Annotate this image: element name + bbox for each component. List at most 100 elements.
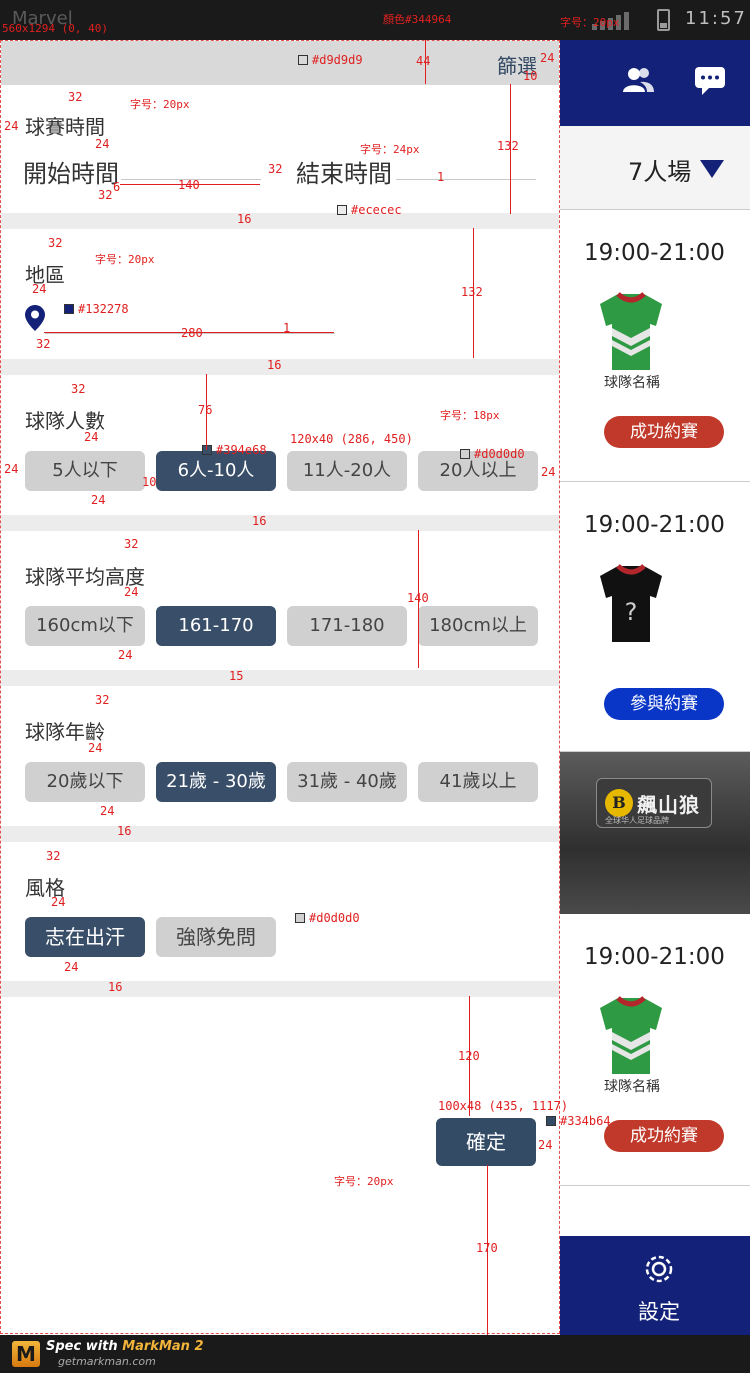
measure-16-b: 16	[267, 358, 282, 372]
measure-16: 16	[237, 212, 252, 226]
markman-footer: M Spec with MarkMan 2 getmarkman.com	[0, 1335, 750, 1373]
measure-132: 132	[497, 139, 519, 153]
age-option[interactable]: 20歲以下	[25, 762, 145, 802]
style-option-selected[interactable]: 志在出汗	[25, 917, 145, 957]
sponsor-emblem-icon: B	[605, 789, 633, 817]
team-name: 球隊名稱	[604, 1079, 660, 1095]
match-success-button[interactable]: 成功約賽	[604, 1120, 724, 1152]
team-size-option[interactable]: 5人以下	[25, 451, 145, 491]
confirm-size-annotation: 100x48 (435, 1117)	[438, 1099, 569, 1113]
measure-6: 6	[113, 180, 121, 194]
measure-32-gap: 32	[268, 162, 283, 176]
header-swatch-label: #d9d9d9	[312, 53, 363, 67]
caret-down-icon	[700, 160, 724, 178]
gear-icon[interactable]	[640, 1250, 678, 1288]
measure-24-chip-left: 24	[4, 462, 19, 476]
section-divider	[1, 981, 559, 997]
sponsor-logo: B 飆山狼 全球华人足球品牌	[596, 778, 712, 828]
measure-24-age-b: 24	[100, 804, 115, 818]
header-font-annotation: 字号：20px	[560, 16, 620, 29]
green-jersey-icon	[600, 996, 662, 1074]
match-card[interactable]: 19:00-21:00 球隊名稱 成功約賽	[560, 210, 750, 482]
measure-32-age: 32	[95, 693, 110, 707]
measure-132-region: 132	[461, 285, 483, 299]
style-chip-swatch-label: #d0d0d0	[309, 911, 360, 925]
match-time: 19:00-21:00	[584, 512, 725, 538]
match-card[interactable]: 19:00-21:00 ? 參與約賽	[560, 482, 750, 752]
unknown-team-mark: ?	[625, 598, 638, 626]
measure-24-size: 24	[84, 430, 99, 444]
measure-76: 76	[198, 403, 213, 417]
measure-24: 24	[95, 137, 110, 151]
age-option-selected[interactable]: 21歲 - 30歲	[156, 762, 276, 802]
section-divider	[1, 213, 559, 229]
app-header	[560, 40, 750, 126]
match-success-button[interactable]: 成功約賽	[604, 416, 724, 448]
drawer-header: 篩選	[1, 41, 559, 85]
avg-height-option[interactable]: 160cm以下	[25, 606, 145, 646]
section-divider	[1, 515, 559, 531]
avg-height-option[interactable]: 171-180	[287, 606, 407, 646]
match-time: 19:00-21:00	[584, 240, 725, 266]
measure-32-height: 32	[124, 537, 139, 551]
green-jersey-icon	[600, 292, 662, 370]
measure-24-chip-right: 24	[541, 465, 556, 479]
chip-on-swatch-label: #394e68	[216, 443, 267, 457]
team-size-option-selected[interactable]: 6人-10人	[156, 451, 276, 491]
end-time-field[interactable]: 結束時間	[296, 154, 392, 189]
chat-icon[interactable]	[692, 62, 728, 98]
confirm-button[interactable]: 確定	[436, 1118, 536, 1166]
match-card[interactable]: 19:00-21:00 球隊名稱 成功約賽	[560, 914, 750, 1186]
chip-font-annotation: 字号：18px	[440, 409, 500, 422]
age-option[interactable]: 31歲 - 40歲	[287, 762, 407, 802]
sponsor-banner[interactable]: B 飆山狼 全球华人足球品牌	[560, 752, 750, 914]
status-bar: Marvel 11:57	[0, 0, 750, 40]
measure-120: 120	[458, 1049, 480, 1063]
chip-off-swatch-label: #d0d0d0	[474, 447, 525, 461]
markman-url[interactable]: getmarkman.com	[58, 1355, 156, 1368]
filter-drawer: 篩選 球賽時間 開始時間 結束時間 地區 球隊人數 5人以下 6人-10人 11…	[0, 40, 560, 1334]
header-color-annotation: 顏色#344964	[383, 13, 452, 26]
location-pin-icon[interactable]	[25, 305, 45, 331]
chip-off-swatch: #d0d0d0	[460, 447, 525, 461]
measure-24-style-b: 24	[64, 960, 79, 974]
join-match-button[interactable]: 參與約賽	[604, 688, 724, 720]
measure-32-style: 32	[46, 849, 61, 863]
avg-height-option[interactable]: 180cm以上	[418, 606, 538, 646]
team-size-option[interactable]: 11人-20人	[287, 451, 407, 491]
settings-label[interactable]: 設定	[638, 1296, 680, 1326]
court-selector[interactable]: 7人場	[560, 126, 750, 210]
region-font-annotation: 字号：20px	[95, 253, 155, 266]
match-time-title: 球賽時間	[25, 115, 105, 139]
measure-140-height: 140	[407, 591, 429, 605]
measure-32-size: 32	[71, 382, 86, 396]
measure-24-age: 24	[88, 741, 103, 755]
start-time-field[interactable]: 開始時間	[23, 154, 119, 189]
measure-24-height: 24	[124, 585, 139, 599]
measure-1: 1	[437, 170, 445, 184]
confirm-swatch: #334b64	[546, 1114, 611, 1128]
measure-16-style: 16	[108, 980, 123, 994]
style-chip-swatch: #d0d0d0	[295, 911, 360, 925]
canvas-size-annotation: 560x1294 (0, 40)	[2, 22, 108, 35]
clock: 11:57	[685, 8, 747, 29]
header-swatch: #d9d9d9	[298, 53, 363, 67]
sponsor-slogan: 全球华人足球品牌	[605, 816, 669, 825]
measure-1-region: 1	[283, 321, 291, 335]
app-footer: 設定	[560, 1236, 750, 1335]
team-icon[interactable]	[620, 62, 656, 98]
team-name: 球隊名稱	[604, 375, 660, 391]
style-option[interactable]: 強隊免問	[156, 917, 276, 957]
chip-on-swatch: #394e68	[202, 443, 267, 457]
age-option[interactable]: 41歲以上	[418, 762, 538, 802]
measure-10: 10	[523, 69, 538, 83]
measure-32-region: 32	[48, 236, 63, 250]
court-selector-value: 7人場	[628, 158, 692, 186]
section-divider	[1, 826, 559, 842]
measure-15: 15	[229, 669, 244, 683]
avg-height-option-selected[interactable]: 161-170	[156, 606, 276, 646]
black-jersey-icon: ?	[600, 564, 662, 642]
measure-24-height-b: 24	[118, 648, 133, 662]
divider-swatch-label: #ececec	[351, 203, 402, 217]
markman-spec-label: Spec with MarkMan 2	[46, 1339, 204, 1354]
